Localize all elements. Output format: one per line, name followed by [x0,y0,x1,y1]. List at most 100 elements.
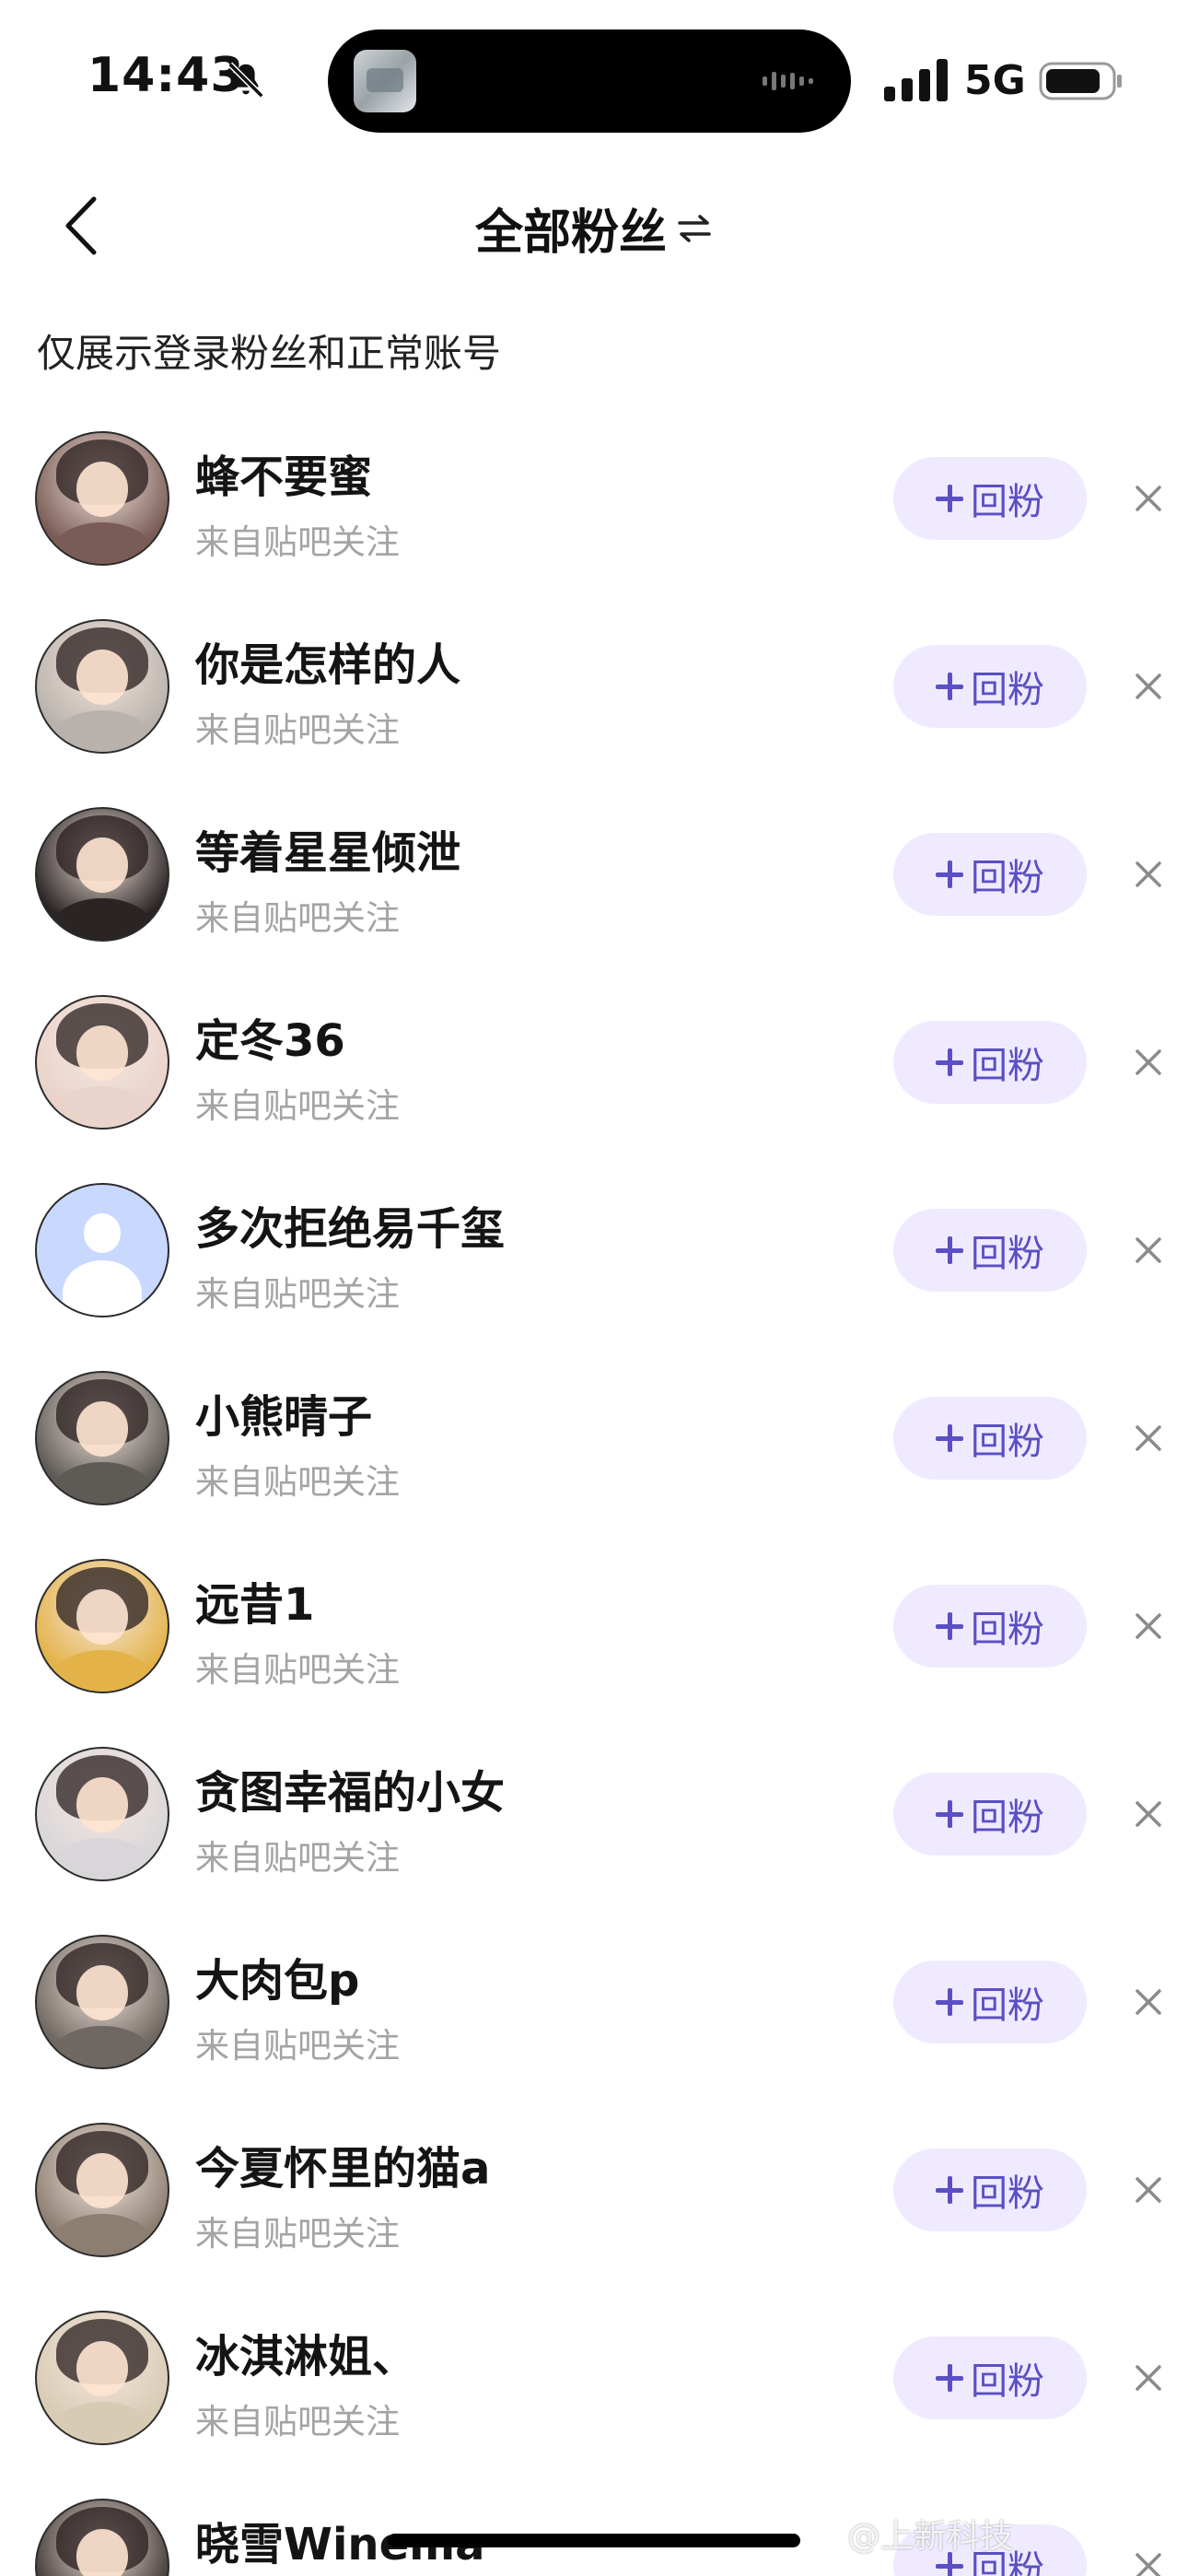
close-icon [1136,2177,1161,2203]
fan-name[interactable]: 多次拒绝易千玺 [195,1192,505,1257]
fan-name[interactable]: 等着星星倾泄 [195,816,460,881]
fan-source: 来自贴吧关注 [195,898,400,938]
follow-back-label: 回粉 [971,1233,1044,1275]
fan-source: 来自贴吧关注 [195,522,400,562]
avatar[interactable] [35,807,169,942]
avatar[interactable] [35,431,169,566]
follow-back-label: 回粉 [971,481,1044,523]
avatar[interactable] [35,1183,169,1317]
follow-back-button[interactable]: 回粉 [893,1397,1087,1480]
fan-name[interactable]: 大肉包p [195,1944,359,2008]
remove-fan-button[interactable] [1125,2167,1171,2213]
now-playing-thumbnail [354,50,416,112]
avatar[interactable] [35,619,169,754]
remove-fan-button[interactable] [1125,1791,1171,1837]
fan-name[interactable]: 定冬36 [195,1004,345,1069]
follow-back-button[interactable]: 回粉 [893,2336,1087,2419]
close-icon [1136,1801,1161,1827]
remove-fan-button[interactable] [1125,2543,1171,2576]
follow-back-button[interactable]: 回粉 [893,1021,1087,1104]
follow-back-button[interactable]: 回粉 [893,1585,1087,1668]
plus-icon [936,1236,963,1264]
fan-row[interactable]: 冰淇淋姐、来自贴吧关注 回粉 [0,2303,1188,2491]
avatar[interactable] [35,2499,169,2576]
avatar[interactable] [35,1747,169,1881]
fan-row[interactable]: 你是怎样的人来自贴吧关注 回粉 [0,612,1188,800]
plus-icon [936,485,963,512]
avatar[interactable] [35,2123,169,2257]
remove-fan-button[interactable] [1125,1603,1171,1649]
fan-source: 来自贴吧关注 [195,2026,400,2066]
close-icon [1136,2553,1161,2576]
fan-name[interactable]: 冰淇淋姐、 [195,2320,416,2384]
audio-wave-icon [763,72,813,90]
fan-row[interactable]: 等着星星倾泄来自贴吧关注 回粉 [0,800,1188,988]
fan-source: 来自贴吧关注 [195,2214,400,2254]
status-bar: 14:43 5G [0,0,1188,157]
follow-back-label: 回粉 [971,857,1044,899]
follow-back-button[interactable]: 回粉 [893,1961,1087,2043]
remove-fan-button[interactable] [1125,2355,1171,2401]
remove-fan-button[interactable] [1125,1227,1171,1273]
fan-source: 来自贴吧关注 [195,710,400,750]
avatar[interactable] [35,1371,169,1505]
avatar[interactable] [35,2311,169,2445]
follow-back-label: 回粉 [971,669,1044,711]
avatar[interactable] [35,1935,169,2069]
remove-fan-button[interactable] [1125,851,1171,897]
fan-row[interactable]: 大肉包p 来自贴吧关注 回粉 [0,1927,1188,2115]
fan-row[interactable]: 小熊晴子 来自贴吧关注 回粉 [0,1364,1188,1551]
close-icon [1136,1425,1161,1451]
watermark: @上新科技 [847,2518,1014,2556]
signal-icon [884,59,948,101]
follow-back-button[interactable]: 回粉 [893,833,1087,916]
follow-back-button[interactable]: 回粉 [893,457,1087,540]
plus-icon [936,2176,963,2204]
avatar[interactable] [35,995,169,1130]
close-icon [1136,861,1161,887]
status-time: 14:43 [87,48,245,103]
remove-fan-button[interactable] [1125,663,1171,709]
fan-row[interactable]: 定冬36 来自贴吧关注 回粉 [0,988,1188,1176]
remove-fan-button[interactable] [1125,1415,1171,1461]
follow-back-label: 回粉 [971,2360,1044,2403]
fan-source: 来自贴吧关注 [195,1086,400,1126]
fan-name[interactable]: 你是怎样的人 [195,628,460,693]
fan-name[interactable]: 贪图幸福的小女 [195,1756,505,1821]
fan-name[interactable]: 远昔1 [195,1568,314,1633]
remove-fan-button[interactable] [1125,1979,1171,2025]
close-icon [1136,1237,1161,1263]
fan-source: 来自贴吧关注 [195,2402,400,2441]
follow-back-label: 回粉 [971,1045,1044,1087]
network-type: 5G [964,57,1026,104]
follow-back-button[interactable]: 回粉 [893,2149,1087,2231]
home-indicator[interactable] [388,2534,800,2547]
page-title: 全部粉丝 [474,205,667,261]
remove-fan-button[interactable] [1125,475,1171,521]
plus-icon [936,1800,963,1828]
fan-row[interactable]: 多次拒绝易千玺 来自贴吧关注 回粉 [0,1176,1188,1364]
fan-row[interactable]: 蜂不要蜜来自贴吧关注 回粉 [0,424,1188,612]
plus-icon [936,1988,963,2016]
dynamic-island[interactable] [328,29,851,133]
follow-back-label: 回粉 [971,1797,1044,1839]
follow-back-button[interactable]: 回粉 [893,1209,1087,1292]
remove-fan-button[interactable] [1125,1039,1171,1085]
fans-list-screen: 14:43 5G 全部粉丝 仅展示登录粉丝和正常账号 蜂不要蜜 来自贴吧关注 回… [0,0,1188,2576]
follow-back-label: 回粉 [971,1985,1044,2027]
follow-back-button[interactable]: 回粉 [893,645,1087,728]
navigation-bar: 全部粉丝 [0,166,1188,286]
fan-row[interactable]: 贪图幸福的小女 来自贴吧关注 回粉 [0,1739,1188,1927]
fan-source: 来自贴吧关注 [195,1650,400,1690]
plus-icon [936,2364,963,2392]
fan-row[interactable]: 远昔1 来自贴吧关注 回粉 [0,1551,1188,1739]
follow-back-label: 回粉 [971,1609,1044,1651]
fan-row[interactable]: 今夏怀里的猫a 来自贴吧关注 回粉 [0,2115,1188,2303]
fan-name[interactable]: 今夏怀里的猫a [195,2132,490,2196]
fan-name[interactable]: 蜂不要蜜 [195,440,372,505]
fan-name[interactable]: 小熊晴子 [195,1380,372,1445]
follow-back-label: 回粉 [971,1421,1044,1463]
follow-back-button[interactable]: 回粉 [893,1773,1087,1856]
avatar[interactable] [35,1559,169,1693]
title-switcher[interactable]: 全部粉丝 [0,193,1188,263]
